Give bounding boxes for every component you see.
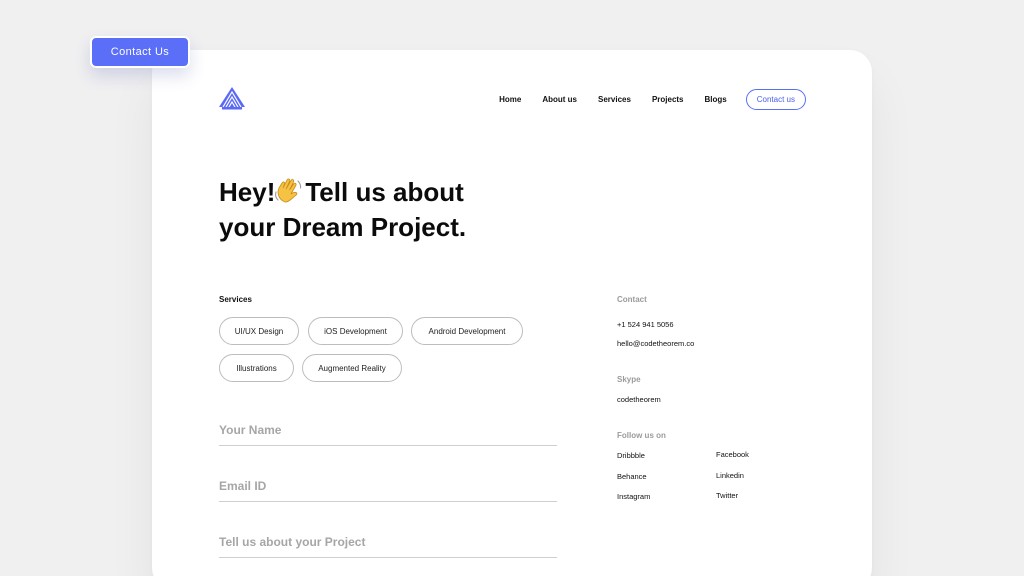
social-link-dribbble[interactable]: Dribbble <box>617 451 645 460</box>
hero-line1-start: Hey! <box>219 177 276 207</box>
nav-contact-us-button[interactable]: Contact us <box>745 89 806 110</box>
social-link-instagram[interactable]: Instagram <box>617 492 650 501</box>
contact-heading: Contact <box>617 295 647 304</box>
social-link-linkedin[interactable]: Linkedin <box>716 471 744 480</box>
project-input[interactable] <box>219 526 557 557</box>
service-chip-augmented-reality[interactable]: Augmented Reality <box>302 354 402 382</box>
project-field <box>219 526 557 558</box>
contact-us-floating-button[interactable]: Contact Us <box>90 36 190 68</box>
hero-line1-end: Tell us about <box>305 177 464 207</box>
page-title: Hey! Tell us about your Dream Project. <box>219 175 579 245</box>
nav-home[interactable]: Home <box>499 95 521 104</box>
skype-handle[interactable]: codetheorem <box>617 395 661 404</box>
contact-phone[interactable]: +1 524 941 5056 <box>617 320 674 329</box>
social-link-facebook[interactable]: Facebook <box>716 450 749 459</box>
skype-heading: Skype <box>617 375 641 384</box>
social-link-behance[interactable]: Behance <box>617 472 647 481</box>
hero-line2: your Dream Project. <box>219 212 467 242</box>
contact-email[interactable]: hello@codetheorem.co <box>617 339 694 348</box>
nav-about-us[interactable]: About us <box>542 95 577 104</box>
nav-services[interactable]: Services <box>598 95 631 104</box>
email-field <box>219 470 557 502</box>
service-chip-illustrations[interactable]: Illustrations <box>219 354 294 382</box>
service-chip-ui-ux-design[interactable]: UI/UX Design <box>219 317 299 345</box>
nav-projects[interactable]: Projects <box>652 95 684 104</box>
contact-page-card: Home About us Services Projects Blogs Co… <box>152 50 872 576</box>
service-chip-ios-development[interactable]: iOS Development <box>308 317 403 345</box>
social-link-twitter[interactable]: Twitter <box>716 491 738 500</box>
name-input[interactable] <box>219 414 557 445</box>
triangle-logo-icon[interactable] <box>218 86 246 110</box>
service-chip-android-development[interactable]: Android Development <box>411 317 523 345</box>
services-label: Services <box>219 295 252 304</box>
page: Contact Us Home About us Services Projec… <box>0 0 1024 576</box>
email-input[interactable] <box>219 470 557 501</box>
waving-hand-icon <box>273 177 303 205</box>
name-field <box>219 414 557 446</box>
nav-blogs[interactable]: Blogs <box>705 95 727 104</box>
follow-us-heading: Follow us on <box>617 431 666 440</box>
main-nav: Home About us Services Projects Blogs Co… <box>499 89 806 110</box>
